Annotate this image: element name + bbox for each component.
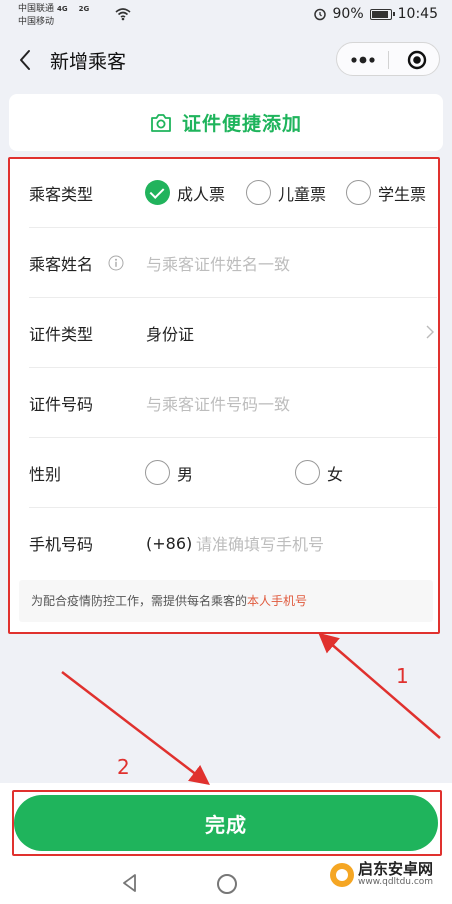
annotation-arrow-2 bbox=[61, 671, 210, 786]
close-miniprogram-icon[interactable] bbox=[407, 50, 427, 70]
radio-circle-icon bbox=[295, 460, 320, 485]
battery-percent: 90% bbox=[332, 6, 364, 22]
radio-male-label: 男 bbox=[177, 464, 194, 484]
alarm-icon bbox=[313, 8, 326, 21]
id-number-input[interactable]: 与乘客证件号码一致 bbox=[146, 391, 290, 415]
id-number-row: 证件号码 与乘客证件号码一致 bbox=[29, 368, 437, 438]
watermark-logo-icon bbox=[330, 862, 354, 887]
wifi-icon bbox=[115, 8, 131, 21]
id-type-label: 证件类型 bbox=[29, 324, 94, 344]
radio-male[interactable]: 男 bbox=[145, 460, 193, 485]
radio-circle-icon bbox=[145, 460, 170, 485]
radio-circle-icon bbox=[246, 180, 271, 205]
battery-icon bbox=[369, 8, 395, 20]
passenger-name-input[interactable]: 与乘客证件姓名一致 bbox=[146, 251, 290, 275]
gender-label: 性别 bbox=[29, 464, 62, 484]
phone-input[interactable]: 请准确填写手机号 bbox=[196, 531, 324, 555]
passenger-type-row: 乘客类型 成人票 儿童票 学生票 bbox=[29, 158, 437, 228]
back-arrow-icon[interactable] bbox=[16, 48, 36, 72]
id-type-row[interactable]: 证件类型 身份证 bbox=[29, 298, 437, 368]
checked-circle-icon bbox=[145, 180, 170, 205]
radio-adult-ticket[interactable]: 成人票 bbox=[145, 180, 225, 205]
network-type-1: 4G bbox=[57, 5, 68, 13]
system-home-icon[interactable] bbox=[217, 874, 237, 894]
clock: 10:45 bbox=[397, 6, 438, 22]
watermark-url: www.qdltdu.com bbox=[358, 876, 434, 887]
capsule-divider bbox=[388, 51, 389, 69]
system-back-icon[interactable] bbox=[120, 873, 140, 893]
passenger-type-label: 乘客类型 bbox=[29, 184, 94, 204]
done-button[interactable]: 完成 bbox=[14, 795, 438, 851]
quick-add-label: 证件便捷添加 bbox=[181, 113, 302, 135]
passenger-name-row: 乘客姓名 与乘客证件姓名一致 bbox=[29, 228, 437, 298]
status-bar: 中国联通 4G 2G 中国移动 90% 10:45 bbox=[0, 0, 452, 34]
id-number-label: 证件号码 bbox=[29, 394, 94, 414]
passenger-form: 乘客类型 成人票 儿童票 学生票 乘客姓名 与乘客证件姓名一致 证件类型 身份证… bbox=[9, 158, 440, 633]
annotation-arrow-1 bbox=[318, 632, 441, 739]
network-type-2: 2G bbox=[78, 5, 90, 13]
carrier-info: 中国联通 4G 2G 中国移动 bbox=[18, 3, 89, 29]
notice-text: 为配合疫情防控工作，需提供每名乘客的 bbox=[31, 594, 248, 608]
radio-student-ticket[interactable]: 学生票 bbox=[346, 180, 426, 205]
camera-icon bbox=[151, 113, 171, 132]
watermark: 启东安卓网 www.qdltdu.com bbox=[330, 860, 434, 887]
info-icon[interactable] bbox=[108, 255, 124, 271]
passenger-name-label: 乘客姓名 bbox=[29, 254, 94, 274]
battery-level bbox=[371, 10, 388, 18]
phone-label: 手机号码 bbox=[29, 535, 94, 554]
carrier-1: 中国联通 bbox=[18, 4, 55, 14]
annotation-label-2: 2 bbox=[117, 755, 130, 779]
more-options-icon[interactable] bbox=[349, 52, 377, 68]
radio-adult-label: 成人票 bbox=[177, 184, 226, 204]
radio-student-label: 学生票 bbox=[378, 184, 427, 204]
radio-circle-icon bbox=[346, 180, 371, 205]
phone-notice: 为配合疫情防控工作，需提供每名乘客的本人手机号 bbox=[19, 580, 433, 622]
annotation-label-1: 1 bbox=[396, 664, 409, 688]
nav-bar: 新增乘客 bbox=[0, 34, 452, 86]
page-title: 新增乘客 bbox=[50, 51, 127, 73]
quick-add-id-button[interactable]: 证件便捷添加 bbox=[9, 94, 443, 151]
id-type-value: 身份证 bbox=[146, 324, 195, 344]
radio-child-ticket[interactable]: 儿童票 bbox=[246, 180, 326, 205]
phone-prefix[interactable]: (+86) bbox=[146, 534, 192, 553]
gender-row: 性别 男 女 bbox=[29, 438, 437, 508]
chevron-right-icon bbox=[426, 325, 434, 339]
radio-child-label: 儿童票 bbox=[278, 184, 327, 204]
miniprogram-capsule bbox=[336, 42, 440, 76]
carrier-2: 中国移动 bbox=[18, 17, 55, 27]
watermark-name: 启东安卓网 bbox=[358, 860, 434, 878]
bottom-bar: 完成 bbox=[0, 783, 452, 859]
notice-highlight: 本人手机号 bbox=[247, 594, 308, 608]
phone-row: 手机号码 (+86) 请准确填写手机号 bbox=[29, 508, 437, 578]
radio-female[interactable]: 女 bbox=[295, 460, 343, 485]
radio-female-label: 女 bbox=[327, 464, 344, 484]
